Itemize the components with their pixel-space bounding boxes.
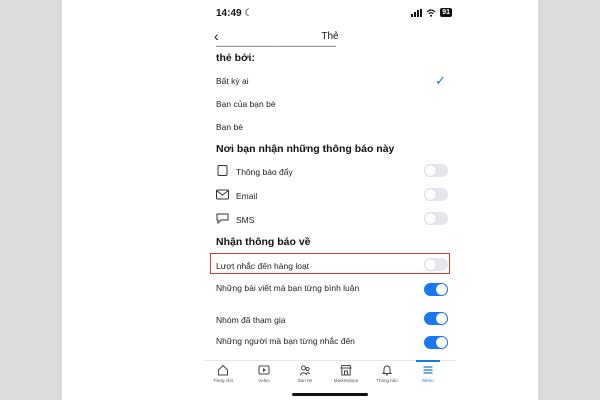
nav-marketplace[interactable]: Marketplace (331, 364, 361, 383)
option-label: Bạn bè (216, 122, 243, 132)
push-notification-icon (217, 165, 228, 176)
setting-label: Những người mà bạn từng nhắc đến (216, 336, 355, 346)
nav-label: Bạn bè (297, 378, 313, 383)
menu-icon (423, 366, 433, 374)
bottom-nav: Trang chủ Video Bạn bè Marketplace Thông… (204, 360, 456, 393)
push-notification-toggle[interactable] (424, 164, 448, 177)
nav-home[interactable]: Trang chủ (208, 364, 238, 383)
setting-label: Nhóm đã tham gia (216, 315, 286, 325)
status-right: 91 (411, 8, 452, 17)
email-icon (216, 189, 229, 200)
nav-label: Menu (422, 378, 434, 383)
joined-groups-toggle[interactable] (424, 312, 448, 325)
moon-icon: ☾ (244, 8, 253, 19)
phone-screen: 14:49 ☾ 91 ‹ Thẻ ━━━━━━━━━━━━━━━━━━━━ th… (62, 0, 538, 400)
right-background (538, 0, 600, 400)
about-section-heading: Nhận thông báo về (216, 236, 311, 248)
who-section-heading: thẻ bởi: (216, 52, 255, 64)
where-section-heading: Nơi bạn nhận những thông báo này (216, 143, 395, 155)
wifi-icon (426, 8, 436, 17)
sms-icon (216, 213, 229, 224)
page-title: Thẻ (321, 31, 339, 42)
checkmark-icon: ✓ (435, 73, 446, 88)
nav-label: Video (258, 378, 270, 383)
bell-icon (381, 365, 393, 376)
video-icon (258, 365, 270, 375)
battery-icon: 91 (440, 8, 452, 17)
status-bar: 14:49 ☾ 91 (204, 8, 456, 22)
setting-label: Những bài viết mà bạn từng bình luận (216, 283, 360, 293)
home-indicator (292, 393, 368, 396)
settings-screen: 14:49 ☾ 91 ‹ Thẻ ━━━━━━━━━━━━━━━━━━━━ th… (204, 0, 456, 400)
setting-label: Thông báo đẩy (236, 167, 293, 177)
sms-toggle[interactable] (424, 212, 448, 225)
setting-label: Email (236, 191, 258, 201)
email-toggle[interactable] (424, 188, 448, 201)
marketplace-icon (340, 365, 352, 376)
mentioned-people-toggle[interactable] (424, 336, 448, 349)
nav-menu[interactable]: Menu (413, 360, 443, 383)
option-label: Bạn của bạn bè (216, 99, 276, 109)
nav-video[interactable]: Video (249, 364, 279, 383)
commented-posts-toggle[interactable] (424, 283, 448, 296)
home-icon (218, 364, 228, 376)
setting-label: SMS (236, 215, 255, 225)
nav-friends[interactable]: Bạn bè (290, 364, 320, 383)
highlight-box (210, 253, 450, 274)
signal-icon (411, 8, 423, 17)
nav-label: Trang chủ (212, 378, 234, 383)
friends-icon (299, 365, 311, 376)
nav-label: Marketplace (333, 378, 359, 383)
status-time: 14:49 (216, 8, 242, 19)
nav-notifications[interactable]: Thông báo (372, 364, 402, 383)
cut-heading-remnant: ━━━━━━━━━━━━━━━━━━━━ (216, 42, 336, 47)
nav-label: Thông báo (376, 378, 398, 383)
option-label: Bất kỳ ai (216, 76, 249, 86)
active-indicator (416, 360, 440, 362)
left-background (0, 0, 62, 400)
